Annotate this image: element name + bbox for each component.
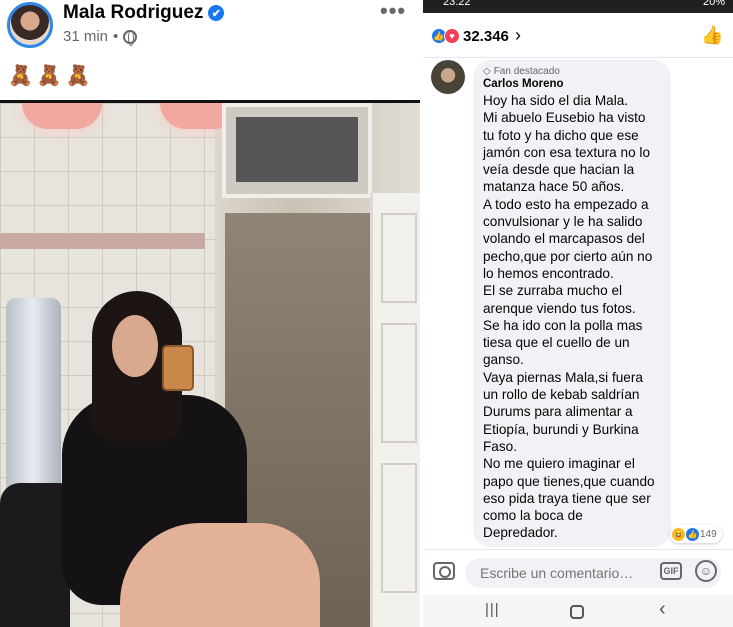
battery-level: 20%	[702, 0, 725, 8]
post-photo[interactable]	[0, 100, 420, 627]
post-header: Mala Rodriguez ✔ 31 min • •••	[0, 0, 420, 56]
photo-jacket	[0, 483, 70, 627]
status-bar: 23:22 20%	[423, 0, 733, 13]
post-time[interactable]: 31 min	[63, 28, 108, 45]
top-fan-label: Fan destacado	[493, 66, 560, 77]
author-name-row[interactable]: Mala Rodriguez ✔	[63, 2, 225, 24]
diamond-icon: ◇	[483, 66, 491, 77]
top-fan-badge: ◇ Fan destacado	[483, 66, 661, 77]
author-name[interactable]: Mala Rodriguez	[63, 2, 203, 24]
author-avatar[interactable]	[7, 2, 53, 48]
comment-reactions[interactable]: 😆 👍 149	[670, 525, 722, 543]
camera-icon[interactable]	[433, 562, 455, 580]
haha-reaction-icon: 😆	[672, 527, 685, 541]
teddy-bear-emoji: 🧸	[65, 65, 91, 87]
chevron-right-icon[interactable]: ›	[515, 25, 521, 46]
comment-composer: GIF ☺	[423, 549, 733, 595]
reactions-bar[interactable]: 👍 ♥ 32.346 › 👍	[423, 13, 733, 58]
like-button-icon[interactable]: 👍	[701, 25, 723, 46]
post-meta: 31 min •	[63, 28, 138, 46]
back-icon[interactable]: ‹	[659, 598, 666, 621]
photo-window-glass	[236, 117, 358, 182]
photo-door	[370, 193, 420, 627]
post-caption: 🧸 🧸 🧸	[8, 63, 91, 88]
android-nav-bar: ||| ‹	[423, 595, 733, 627]
meta-separator: •	[113, 28, 119, 45]
like-reaction-icon: 👍	[686, 527, 699, 541]
more-options-icon[interactable]: •••	[380, 0, 406, 24]
recents-icon[interactable]: |||	[485, 601, 500, 618]
photo-door-panel	[381, 323, 417, 443]
comments-panel: 23:22 20% 👍 ♥ 32.346 › 👍 ◇ Fan destacado…	[423, 0, 733, 627]
verified-badge-icon: ✔	[208, 5, 225, 21]
love-reaction-icon: ♥	[444, 28, 460, 44]
photo-window	[222, 103, 372, 198]
emoji-icon[interactable]: ☺	[695, 560, 717, 582]
photo-tile-band	[0, 233, 205, 249]
teddy-bear-emoji: 🧸	[36, 65, 62, 87]
comment-text: Hoy ha sido el dia Mala. Mi abuelo Euseb…	[483, 93, 655, 541]
status-time: 23:22	[443, 0, 471, 8]
comment-reaction-count: 149	[700, 528, 717, 540]
gif-button[interactable]: GIF	[660, 562, 682, 580]
public-globe-icon	[123, 29, 138, 46]
photo-door-panel	[381, 213, 417, 303]
post-panel: Mala Rodriguez ✔ 31 min • ••• 🧸 🧸 🧸	[0, 0, 420, 627]
photo-door-panel	[381, 463, 417, 593]
teddy-bear-emoji: 🧸	[8, 65, 33, 87]
photo-phone	[162, 345, 194, 391]
commenter-name[interactable]: Carlos Moreno	[483, 78, 661, 90]
photo-person-face	[112, 315, 158, 377]
reaction-count[interactable]: 32.346	[463, 28, 509, 45]
comment-bubble[interactable]: ◇ Fan destacado Carlos Moreno Hoy ha sid…	[473, 60, 671, 547]
commenter-avatar[interactable]	[431, 60, 465, 94]
comment-input[interactable]	[465, 558, 721, 588]
home-icon[interactable]	[570, 605, 584, 619]
